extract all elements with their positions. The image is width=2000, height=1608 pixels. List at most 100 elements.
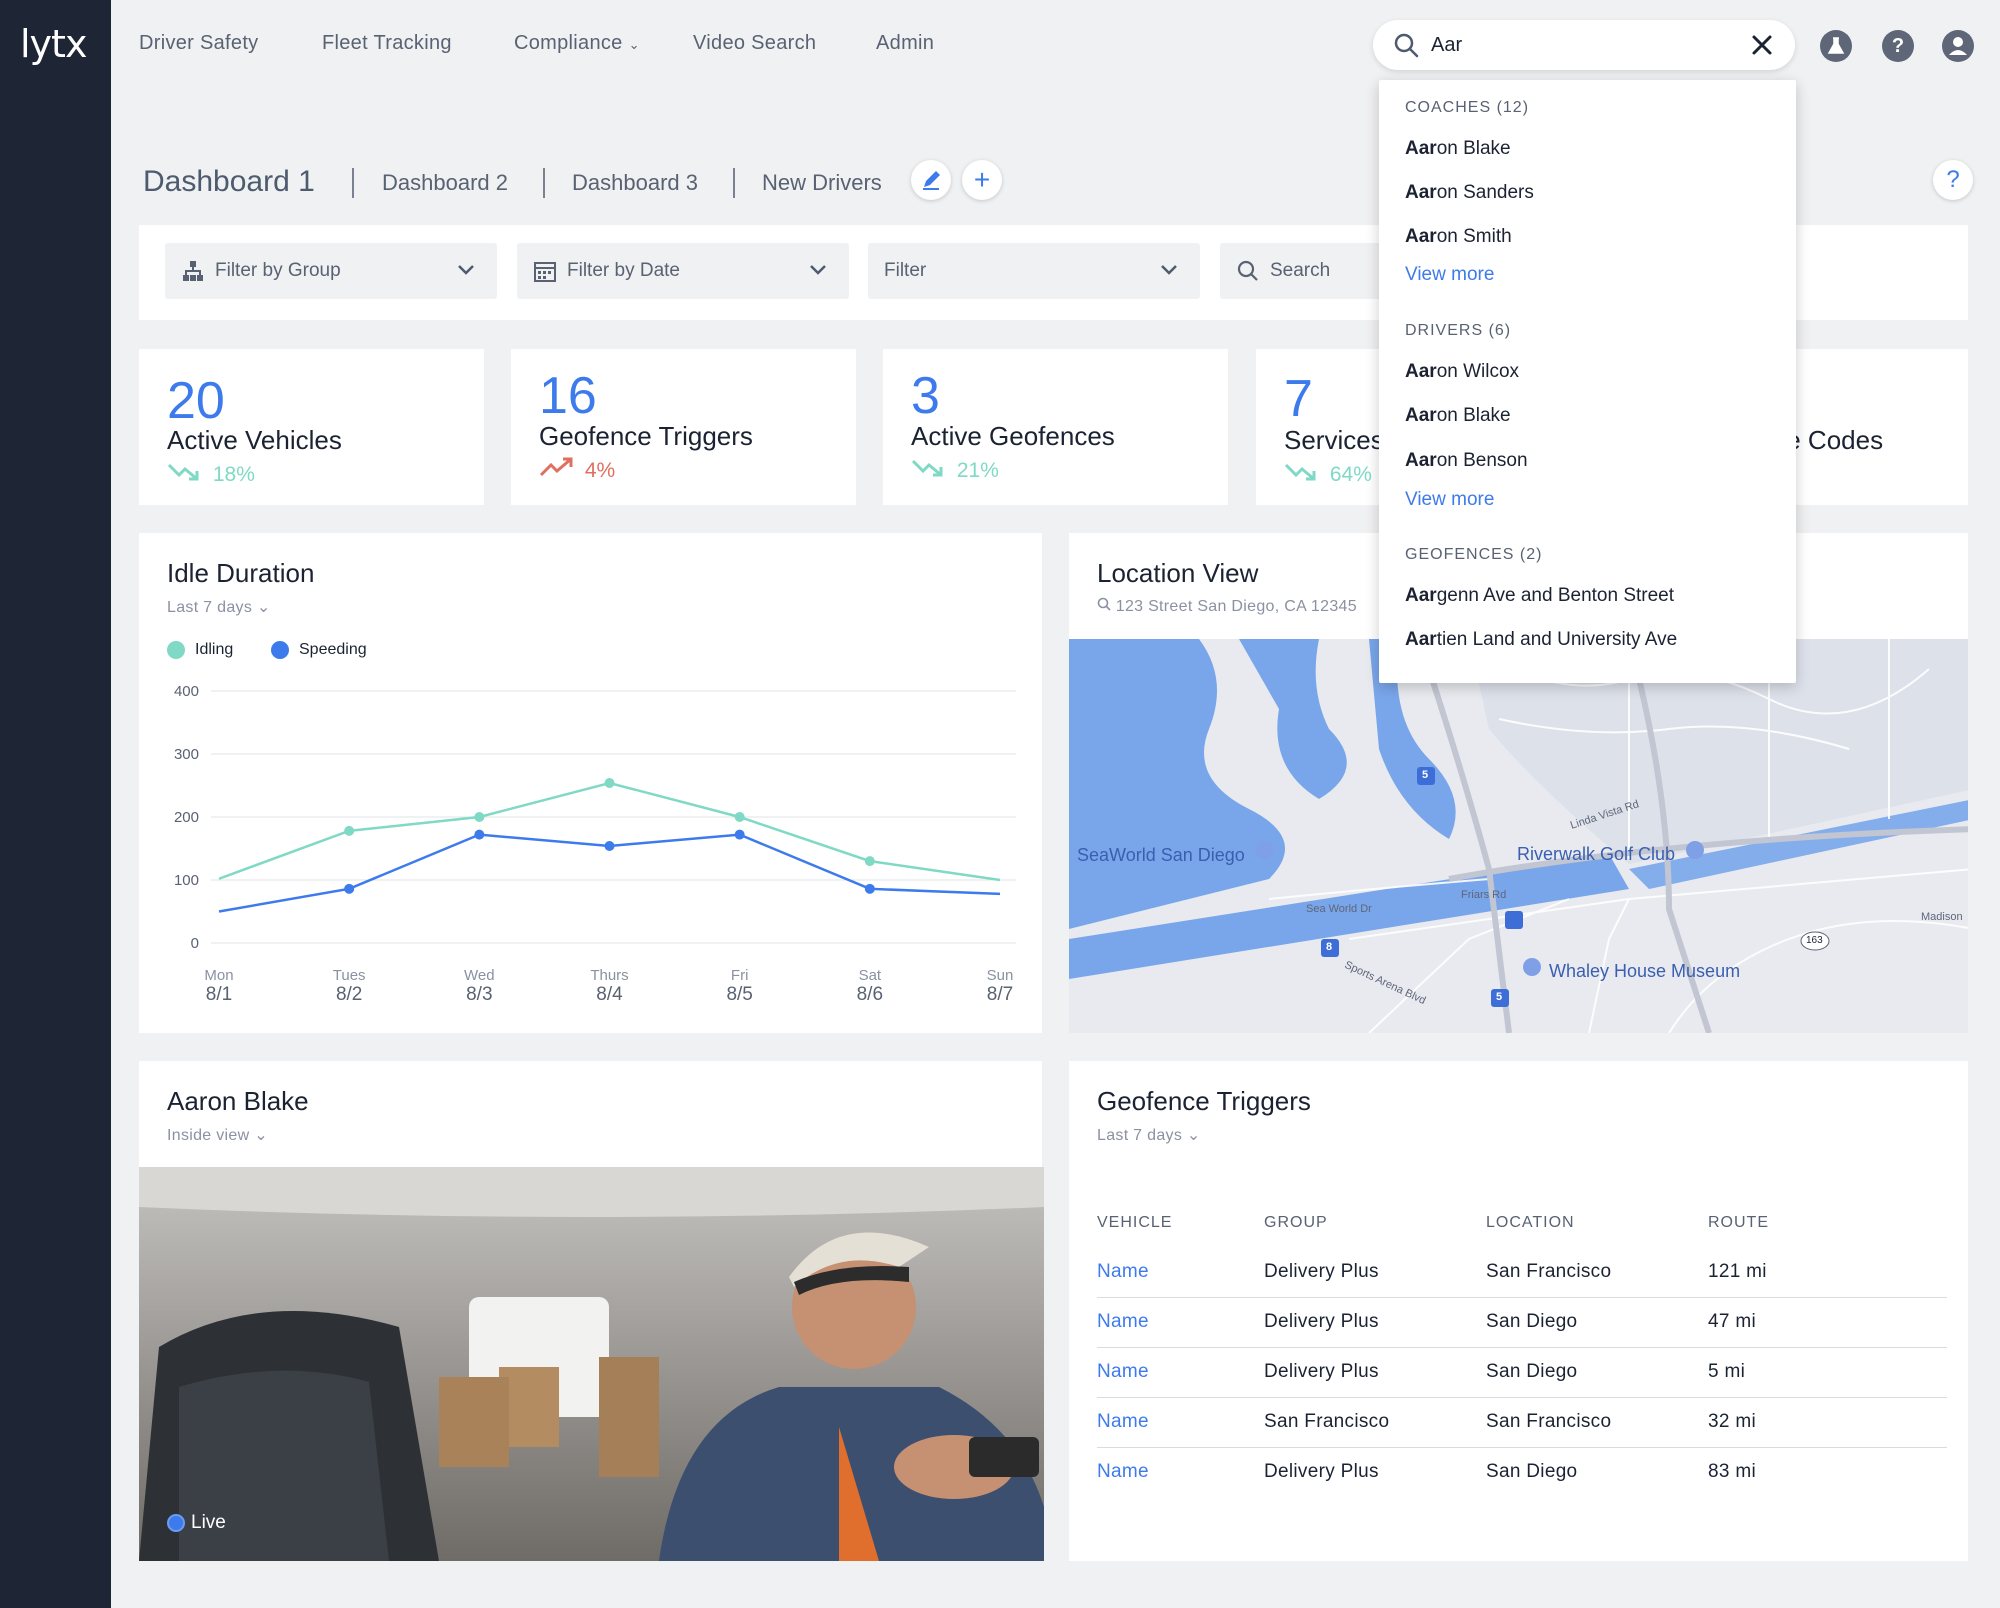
vehicle-link[interactable]: Name	[1097, 1448, 1264, 1498]
help-icon[interactable]: ?	[1882, 30, 1914, 62]
map-graphic	[1069, 639, 1968, 1033]
video-panel: Aaron Blake Inside view ⌄ Live	[139, 1061, 1044, 1561]
filter-group-label: Filter by Group	[215, 260, 341, 281]
metric-value: 3	[911, 367, 940, 425]
live-dot	[167, 1513, 185, 1532]
map-label-i8: 8	[1326, 941, 1333, 953]
nav-admin[interactable]: Admin	[876, 32, 934, 55]
data-point-idling	[864, 856, 875, 867]
map-label-seaworld[interactable]: SeaWorld San Diego	[1077, 845, 1245, 866]
result-geofence[interactable]: Aargenn Ave and Benton Street	[1405, 585, 1674, 607]
tab-dashboard-3[interactable]: Dashboard 3	[572, 170, 698, 196]
metric-card-active-geofences[interactable]: 3 Active Geofences 21%	[883, 349, 1228, 505]
result-text: on Wilcox	[1436, 361, 1520, 382]
nav-video-search[interactable]: Video Search	[693, 32, 816, 55]
vehicle-link[interactable]: Name	[1097, 1397, 1264, 1448]
x-tick-day: Mon	[204, 967, 233, 984]
result-coach[interactable]: Aaron Sanders	[1405, 182, 1534, 204]
search-input[interactable]	[1431, 30, 1711, 60]
column-header-group[interactable]: GROUP	[1264, 1206, 1486, 1248]
view-more-coaches-link[interactable]: View more	[1405, 264, 1494, 286]
add-dashboard-button[interactable]: +	[962, 160, 1002, 200]
search-results-dropdown: COACHES (12) Aaron Blake Aaron Sanders A…	[1379, 80, 1796, 683]
data-point-speeding	[604, 840, 615, 851]
match-text: Aar	[1405, 226, 1437, 247]
result-geofence[interactable]: Aartien Land and University Ave	[1405, 629, 1677, 651]
metric-label: Geofence Triggers	[539, 421, 753, 451]
address-text: 123 Street San Diego, CA 12345	[1115, 598, 1357, 615]
view-more-drivers-link[interactable]: View more	[1405, 489, 1494, 511]
metric-card-geofence-triggers[interactable]: 16 Geofence Triggers 4%	[511, 349, 856, 505]
column-header-location[interactable]: LOCATION	[1486, 1206, 1708, 1248]
cell-route: 83 mi	[1708, 1461, 1756, 1482]
column-header-route[interactable]: ROUTE	[1708, 1206, 1947, 1248]
match-text: Aar	[1405, 361, 1437, 382]
column-header-vehicle[interactable]: VEHICLE	[1097, 1206, 1264, 1248]
user-icon[interactable]	[1942, 30, 1974, 62]
result-driver[interactable]: Aaron Benson	[1405, 450, 1528, 472]
address: 123 Street San Diego, CA 12345	[1097, 597, 1357, 616]
cell-route: 32 mi	[1708, 1397, 1947, 1448]
nav-compliance[interactable]: Compliance ⌄	[514, 32, 640, 55]
map-label-whaley[interactable]: Whaley House Museum	[1549, 961, 1740, 982]
metric-trend: 21%	[911, 457, 999, 483]
edit-dashboard-button[interactable]	[911, 160, 951, 200]
dashboard-help-button[interactable]: ?	[1933, 160, 1973, 200]
result-driver[interactable]: Aaron Wilcox	[1405, 361, 1519, 383]
result-coach[interactable]: Aaron Blake	[1405, 138, 1511, 160]
data-point-idling	[604, 777, 615, 788]
view-label: Inside view	[167, 1127, 250, 1144]
chevron-down-icon: ⌄	[628, 37, 640, 52]
tab-dashboard-2[interactable]: Dashboard 2	[382, 170, 508, 196]
panel-title: Geofence Triggers	[1097, 1086, 1311, 1116]
map-label-hwy163: 163	[1806, 935, 1823, 946]
tab-dashboard-1[interactable]: Dashboard 1	[143, 165, 315, 199]
global-search	[1373, 20, 1795, 70]
table-row: Name Delivery Plus San Diego 47 mi	[1097, 1297, 1947, 1348]
nav-driver-safety[interactable]: Driver Safety	[139, 32, 259, 55]
filter-by-date[interactable]: Filter by Date	[517, 243, 849, 299]
metric-trend-value: 64%	[1329, 463, 1372, 486]
map[interactable]: SeaWorld San Diego Riverwalk Golf Club W…	[1069, 639, 1968, 1033]
metric-trend: 18%	[167, 461, 255, 487]
cell-group: Delivery Plus	[1264, 1297, 1486, 1348]
nav-fleet-tracking[interactable]: Fleet Tracking	[322, 32, 452, 55]
y-tick-label: 200	[174, 809, 199, 826]
lytx-logo[interactable]: lytx	[20, 22, 87, 66]
view-select[interactable]: Inside view ⌄	[167, 1125, 268, 1145]
data-point-speeding	[344, 883, 355, 894]
filter-by-group[interactable]: Filter by Group	[165, 243, 497, 299]
filter-dropdown[interactable]: Filter	[868, 243, 1200, 299]
result-coach[interactable]: Aaron Smith	[1405, 226, 1512, 248]
cell-location: San Francisco	[1486, 1248, 1708, 1298]
map-label-seaworld-dr: Sea World Dr	[1306, 903, 1372, 915]
flask-icon[interactable]	[1820, 30, 1852, 62]
result-text: on Blake	[1436, 405, 1511, 426]
pencil-icon	[923, 171, 940, 190]
result-driver[interactable]: Aaron Blake	[1405, 405, 1511, 427]
x-tick-date: 8/2	[336, 984, 362, 1005]
x-tick-day: Thurs	[590, 967, 628, 984]
x-tick-day: Sun	[987, 967, 1014, 984]
live-indicator: Live	[167, 1512, 226, 1534]
match-text: Aar	[1405, 450, 1437, 471]
metric-card-active-vehicles[interactable]: 20 Active Vehicles 18%	[139, 349, 484, 505]
map-label-riverwalk[interactable]: Riverwalk Golf Club	[1517, 844, 1675, 865]
close-icon[interactable]	[1751, 34, 1773, 56]
metric-label: Services	[1284, 425, 1384, 455]
chevron-down-icon: ⌄	[254, 1127, 268, 1144]
tab-new-drivers[interactable]: New Drivers	[762, 170, 882, 196]
vehicle-link[interactable]: Name	[1097, 1347, 1264, 1398]
match-text: Aar	[1405, 585, 1437, 606]
data-point-idling	[344, 825, 355, 836]
result-text: tien Land and University Ave	[1436, 629, 1678, 650]
map-label-friars: Friars Rd	[1461, 889, 1507, 901]
vehicle-link[interactable]: Name	[1097, 1297, 1264, 1348]
chevron-down-icon	[810, 265, 826, 275]
x-tick-day: Wed	[464, 967, 495, 984]
search-icon	[1394, 33, 1419, 58]
video-feed[interactable]: Live	[139, 1167, 1044, 1561]
vehicle-link[interactable]: Name	[1097, 1248, 1264, 1298]
period-select[interactable]: Last 7 days ⌄	[1097, 1125, 1201, 1145]
table-row: Name San Francisco San Francisco 32 mi	[1097, 1397, 1947, 1448]
